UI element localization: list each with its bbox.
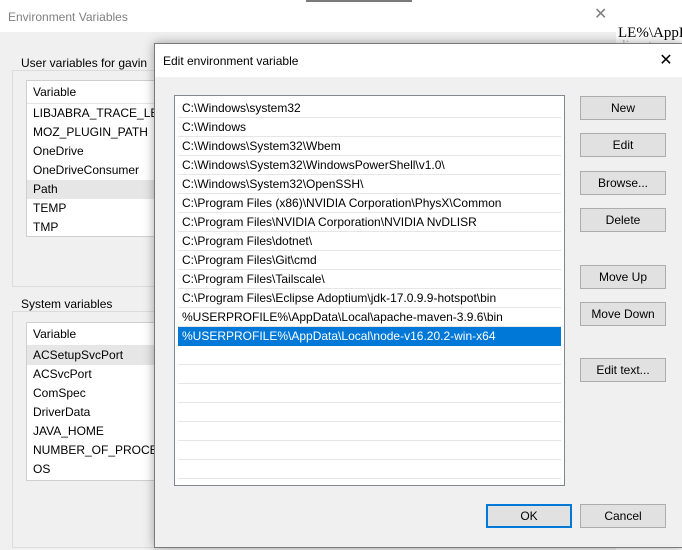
empty-path-row[interactable] xyxy=(178,384,561,403)
env-window-close-icon[interactable]: ✕ xyxy=(594,7,607,23)
path-entry[interactable]: C:\Windows\System32\WindowsPowerShell\v1… xyxy=(178,156,561,175)
path-entries-list[interactable]: C:\Windows\system32 C:\Windows C:\Windows\… xyxy=(174,95,565,486)
browse-button[interactable]: Browse... xyxy=(580,171,666,195)
path-entry[interactable]: C:\Program Files\Eclipse Adoptium\jdk-17… xyxy=(178,289,561,308)
path-entry[interactable]: %USERPROFILE%\AppData\Local\apache-maven… xyxy=(178,308,561,327)
path-entry[interactable]: C:\Windows\system32 xyxy=(178,99,561,118)
empty-path-row[interactable] xyxy=(178,422,561,441)
path-entry[interactable]: C:\Windows\System32\Wbem xyxy=(178,137,561,156)
cancel-button[interactable]: Cancel xyxy=(580,504,666,528)
user-variables-label: User variables for gavin xyxy=(21,56,148,70)
path-entry[interactable]: C:\Windows\System32\OpenSSH\ xyxy=(178,175,561,194)
path-entry[interactable]: C:\Program Files (x86)\NVIDIA Corporatio… xyxy=(178,194,561,213)
path-entry[interactable]: C:\Windows xyxy=(178,118,561,137)
new-button[interactable]: New xyxy=(580,96,666,120)
close-icon[interactable]: ✕ xyxy=(654,51,678,71)
dialog-titlebar: Edit environment variable ✕ xyxy=(155,44,682,77)
path-entry[interactable]: C:\Program Files\NVIDIA Corporation\NVID… xyxy=(178,213,561,232)
move-up-button[interactable]: Move Up xyxy=(580,265,666,289)
path-entry[interactable]: %USERPROFILE%\AppData\Local\node-v16.20.… xyxy=(178,327,561,346)
move-down-button[interactable]: Move Down xyxy=(580,302,666,326)
background-window-strip xyxy=(306,0,412,2)
empty-path-row[interactable] xyxy=(178,403,561,422)
env-window-title: Environment Variables xyxy=(8,10,128,24)
delete-button[interactable]: Delete xyxy=(580,208,666,232)
empty-path-row[interactable] xyxy=(178,346,561,365)
env-window-titlebar: Environment Variables ✕ xyxy=(0,0,616,32)
path-entry[interactable]: C:\Program Files\Tailscale\ xyxy=(178,270,561,289)
path-entry[interactable]: C:\Program Files\dotnet\ xyxy=(178,232,561,251)
dialog-title: Edit environment variable xyxy=(163,54,299,68)
edit-environment-variable-dialog: Edit environment variable ✕ C:\Windows\s… xyxy=(154,43,682,548)
empty-path-row[interactable] xyxy=(178,460,561,479)
system-variables-label: System variables xyxy=(21,297,113,311)
empty-path-row[interactable] xyxy=(178,441,561,460)
empty-path-row[interactable] xyxy=(178,365,561,384)
edit-text-button[interactable]: Edit text... xyxy=(580,358,666,382)
ok-button[interactable]: OK xyxy=(486,504,572,528)
edit-button[interactable]: Edit xyxy=(580,133,666,157)
path-entry[interactable]: C:\Program Files\Git\cmd xyxy=(178,251,561,270)
